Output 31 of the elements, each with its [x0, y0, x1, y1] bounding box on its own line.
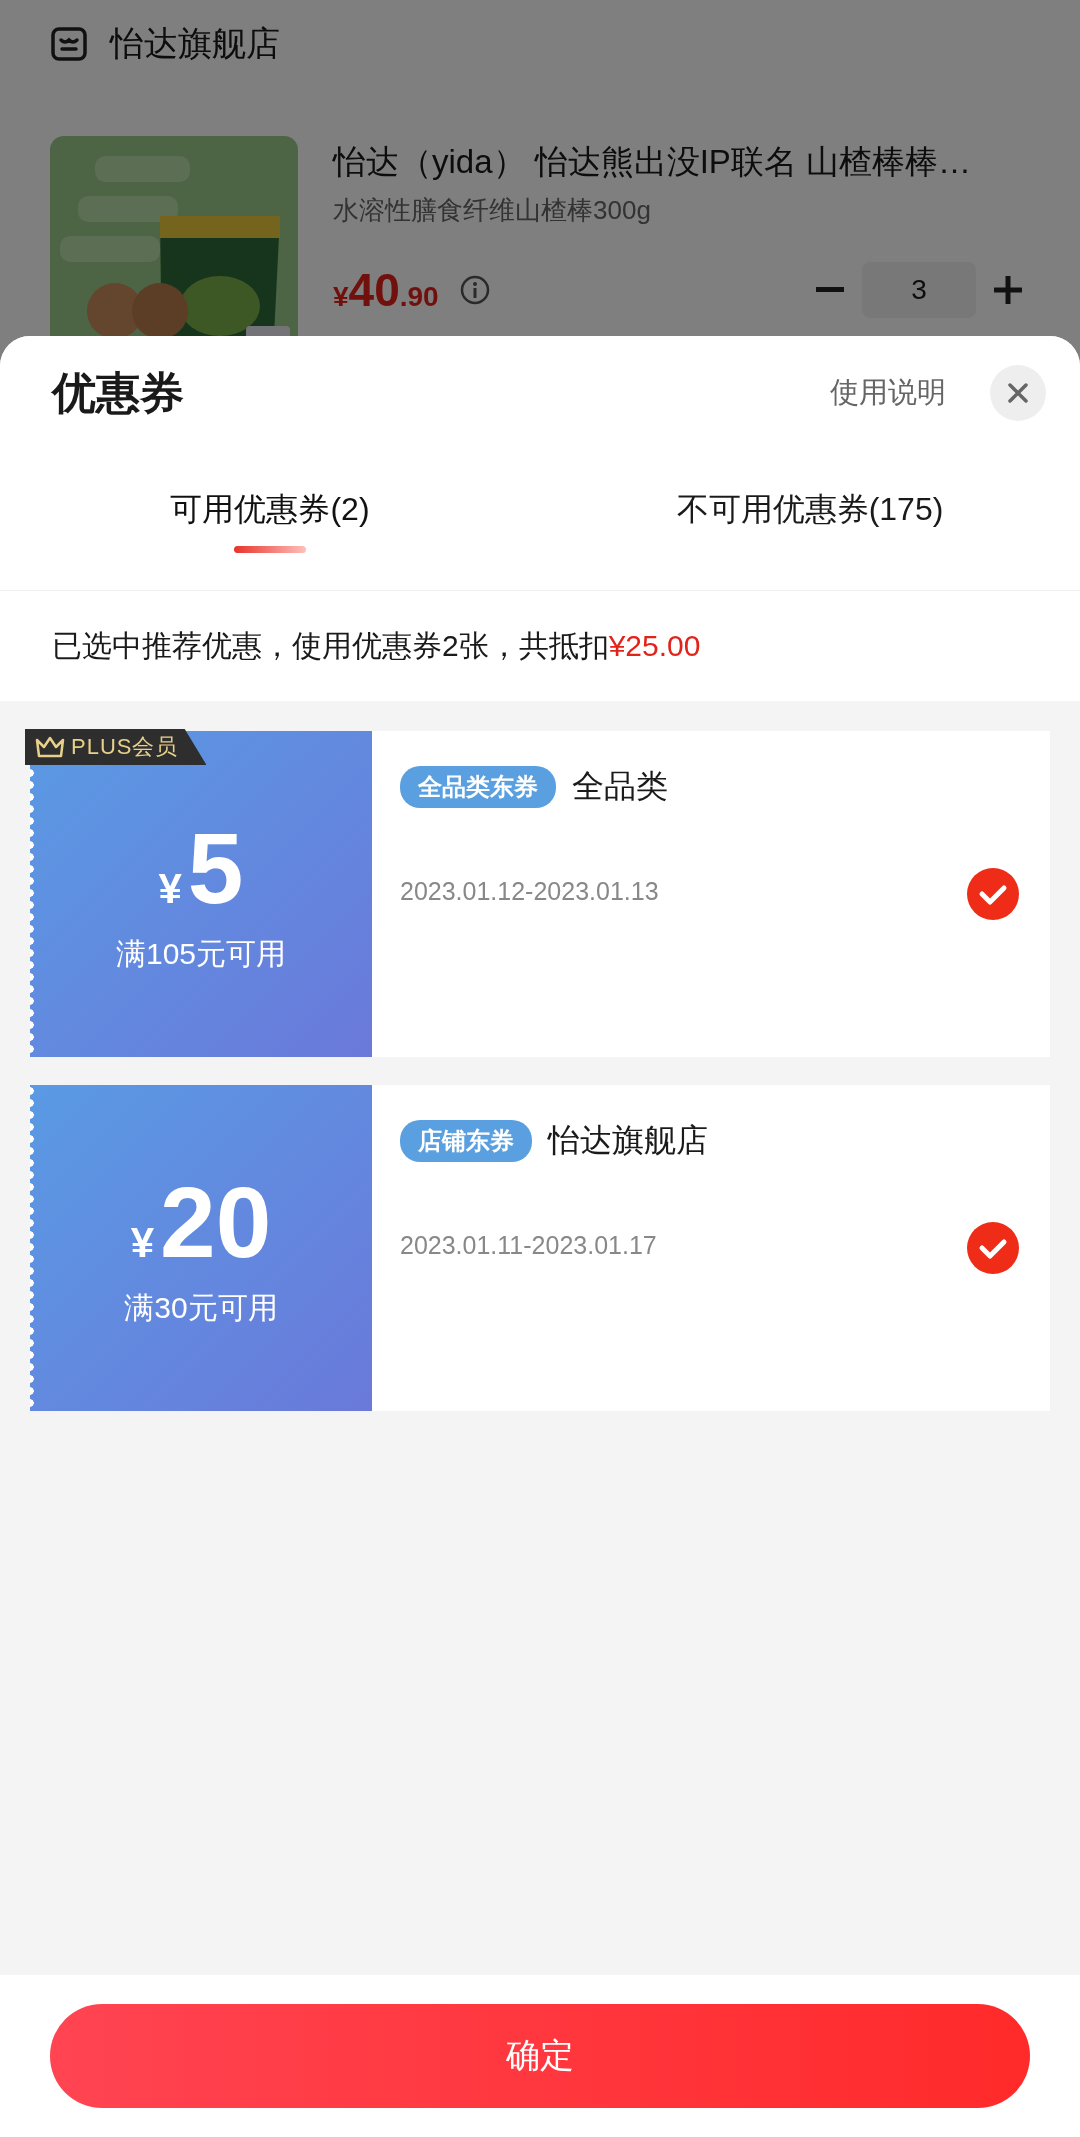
plus-icon[interactable]	[994, 276, 1022, 304]
coupon-tag: 全品类东券	[400, 766, 556, 808]
coupon-dates: 2023.01.11-2023.01.17	[400, 1231, 657, 1260]
coupon-amount: ¥20	[130, 1171, 272, 1272]
coupon-title: 怡达旗舰店	[548, 1121, 708, 1160]
checkbox[interactable]	[966, 1221, 1020, 1275]
quantity-field[interactable]: 3	[862, 262, 976, 318]
product-price: ¥40.90	[333, 263, 439, 317]
product-spec: 水溶性膳食纤维山楂棒300g	[333, 194, 652, 227]
coupon-condition: 满105元可用	[115, 935, 287, 972]
coupon-card[interactable]: ¥20 满30元可用 店铺东券 怡达旗舰店 2023.01.11-2023.01.17	[30, 1085, 1050, 1411]
sheet-title: 优惠券	[52, 366, 184, 419]
usage-help-link[interactable]: 使用说明	[830, 373, 946, 413]
coupon-dates: 2023.01.12-2023.01.13	[400, 877, 659, 906]
info-icon[interactable]	[458, 274, 491, 306]
coupon-condition: 满30元可用	[124, 1289, 278, 1326]
close-icon	[1007, 382, 1029, 404]
coupon-tag: 店铺东券	[400, 1120, 532, 1162]
store-icon	[50, 26, 88, 62]
store-name: 怡达旗舰店	[110, 23, 280, 64]
confirm-button[interactable]: 确定	[50, 2004, 1030, 2108]
discount-summary: 已选中推荐优惠，使用优惠券2张，共抵扣¥25.00	[0, 591, 1080, 701]
checkbox[interactable]	[966, 867, 1020, 921]
tab[interactable]: 不可用优惠券(175)	[540, 450, 1080, 590]
coupon-amount: ¥5	[158, 817, 244, 918]
member-badge: PLUS会员	[25, 729, 207, 765]
minus-icon[interactable]	[816, 287, 844, 293]
tab[interactable]: 可用优惠券(2)	[0, 450, 540, 590]
product-title: 怡达（yida） 怡达熊出没IP联名 山楂棒棒…	[333, 142, 973, 182]
coupon-title: 全品类	[572, 767, 668, 806]
close-button[interactable]	[990, 365, 1046, 421]
